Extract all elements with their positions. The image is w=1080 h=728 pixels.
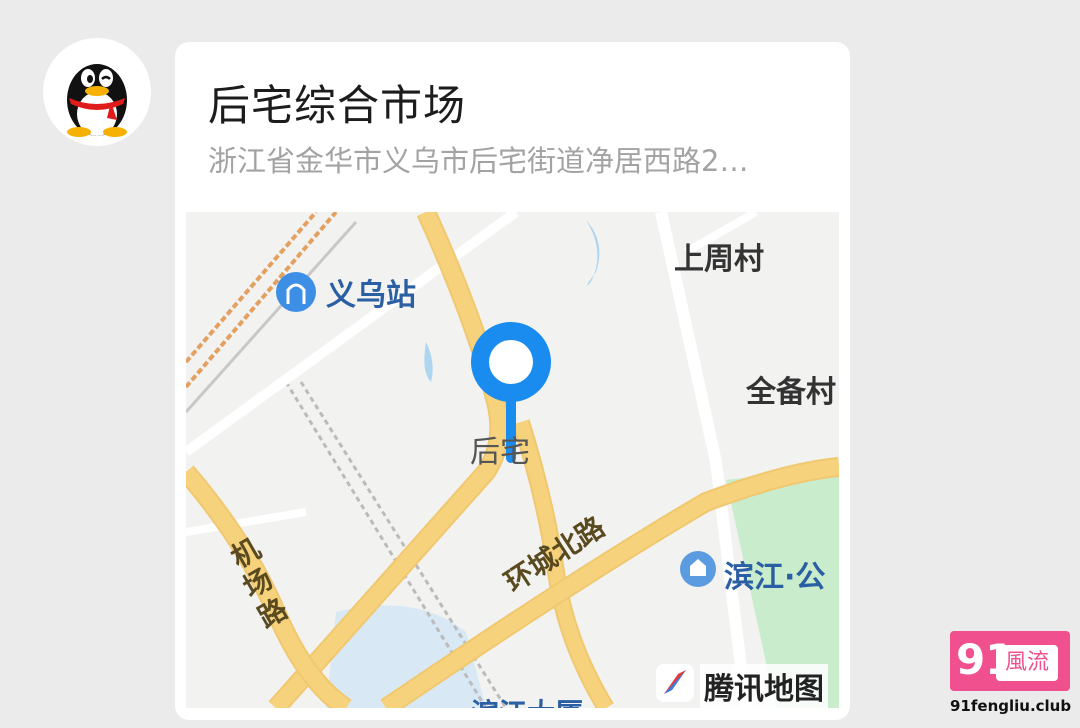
map-preview[interactable]: 义乌站 上周村 全备村 后宅 机 场 路 环城北路 滨江·公 滨江大厦 腾讯地图	[186, 212, 839, 708]
location-title: 后宅综合市场	[208, 81, 467, 130]
map-label-quanbei-village: 全备村	[746, 375, 836, 410]
avatar[interactable]	[43, 38, 151, 146]
map-label-binjiang-park: 滨江·公	[724, 560, 826, 595]
watermark-text: 風流	[996, 645, 1058, 681]
map-label-yiwu-station: 义乌站	[326, 278, 416, 313]
map-label-bottom-partial: 滨江大厦	[471, 692, 583, 708]
map-brand-label: 腾讯地图	[700, 664, 828, 708]
map-label-houzhai: 后宅	[470, 435, 530, 470]
train-station-icon	[276, 272, 316, 312]
map-label-shangzhou-village: 上周村	[674, 242, 764, 277]
location-address: 浙江省金华市义乌市后宅街道净居西路2…	[208, 144, 749, 178]
watermark-badge: 91 風流	[950, 631, 1070, 691]
watermark-url: 91fengliu.club	[950, 697, 1072, 715]
site-watermark: 91 風流 91fengliu.club	[950, 631, 1072, 721]
location-message-card[interactable]: 后宅综合市场 浙江省金华市义乌市后宅街道净居西路2… 义乌站 上周村 全备村 后…	[175, 42, 850, 720]
qq-penguin-icon	[67, 64, 127, 137]
